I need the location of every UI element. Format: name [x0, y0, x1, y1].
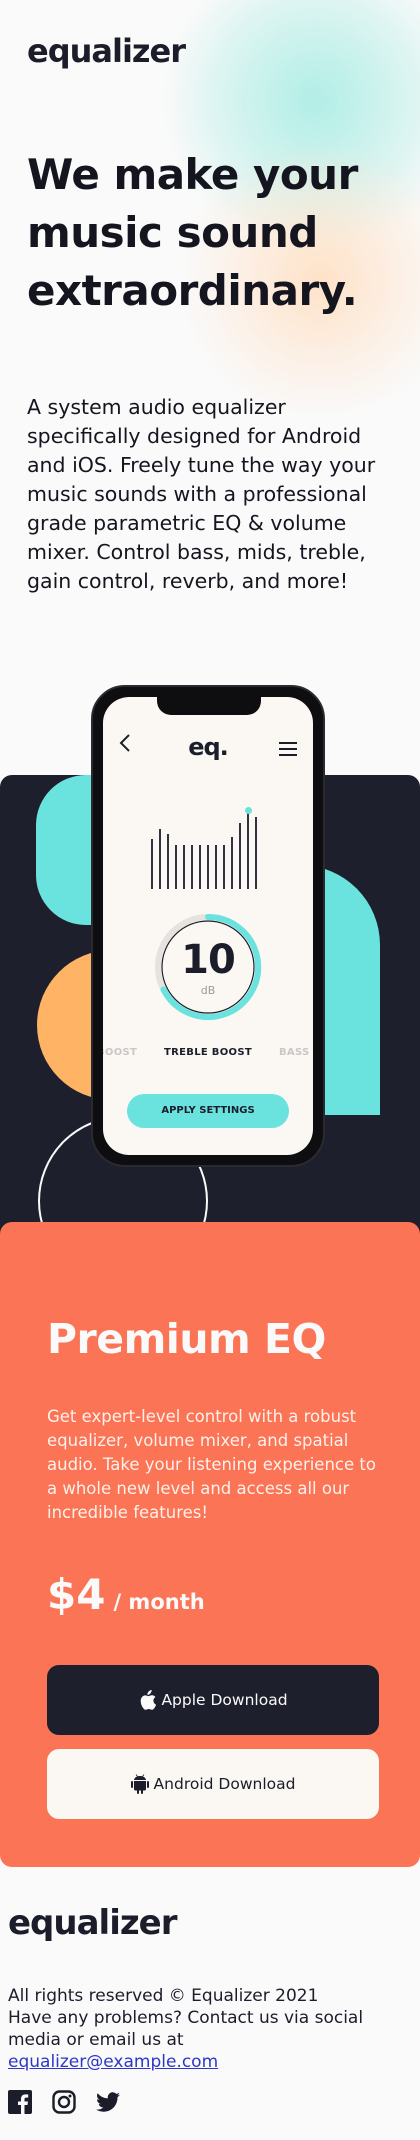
- eq-bar: [175, 845, 177, 889]
- hero-headline: We make your music sound extraordinary.: [27, 150, 358, 315]
- equalizer-bars: [151, 797, 267, 889]
- price-amount: $4: [47, 1570, 106, 1619]
- premium-description: Get expert-level control with a robust e…: [47, 1407, 376, 1522]
- price: $4 / month: [47, 1570, 205, 1619]
- eq-bar: [159, 829, 161, 889]
- hamburger-menu-icon: [279, 742, 297, 760]
- android-icon: [130, 1774, 149, 1794]
- eq-bar: [167, 834, 169, 889]
- gain-dial: 10 dB: [153, 912, 263, 1022]
- eq-bar: [207, 845, 209, 889]
- header-logo[interactable]: equalizer: [27, 32, 186, 70]
- contact-text: Have any problems? Contact us via social…: [8, 2008, 364, 2072]
- social-links: [8, 2090, 140, 2114]
- eq-bar: [151, 839, 153, 889]
- price-period: / month: [113, 1590, 205, 1614]
- premium-title: Premium EQ: [47, 1315, 326, 1363]
- footer-logo[interactable]: equalizer: [8, 1903, 177, 1943]
- copyright: All rights reserved © Equalizer 2021: [8, 1986, 319, 2006]
- phone-notch: [157, 697, 261, 715]
- eq-bar: [191, 845, 193, 889]
- hero-intro: A system audio equalizer specifically de…: [27, 395, 376, 593]
- android-download-label: Android Download: [153, 1775, 296, 1793]
- twitter-icon[interactable]: [96, 2090, 120, 2114]
- email-link[interactable]: equalizer@example.com: [8, 2052, 218, 2072]
- dial-unit: dB: [200, 984, 216, 997]
- apply-settings-button[interactable]: APPLY SETTINGS: [127, 1094, 289, 1128]
- eq-bar: [239, 823, 241, 889]
- phone-screen: eq. 10 dB BOOST TREBLE BOOST BASS B APPL…: [103, 697, 313, 1155]
- eq-bar: [231, 837, 233, 889]
- mode-option-next[interactable]: BASS B: [279, 1047, 313, 1058]
- apple-icon: [141, 1690, 157, 1710]
- phone-mockup: eq. 10 dB BOOST TREBLE BOOST BASS B APPL…: [91, 685, 325, 1167]
- page: equalizer We make your music sound extra…: [0, 0, 420, 2140]
- dial-value: 10: [181, 937, 236, 983]
- mode-selector: BOOST TREBLE BOOST BASS B: [103, 1047, 313, 1063]
- eq-bar: [223, 845, 225, 889]
- eq-handle-dot[interactable]: [244, 807, 252, 814]
- facebook-icon[interactable]: [8, 2090, 32, 2114]
- eq-bar: [183, 845, 185, 889]
- eq-bar: [199, 845, 201, 889]
- eq-bar: [255, 817, 257, 889]
- apple-download-button[interactable]: Apple Download: [47, 1665, 379, 1735]
- eq-bar: [215, 845, 217, 889]
- eq-bar: [247, 811, 249, 889]
- android-download-button[interactable]: Android Download: [47, 1749, 379, 1819]
- apple-download-label: Apple Download: [161, 1691, 288, 1709]
- footer-text: All rights reserved © Equalizer 2021 Hav…: [8, 1985, 368, 2073]
- instagram-icon[interactable]: [52, 2090, 76, 2114]
